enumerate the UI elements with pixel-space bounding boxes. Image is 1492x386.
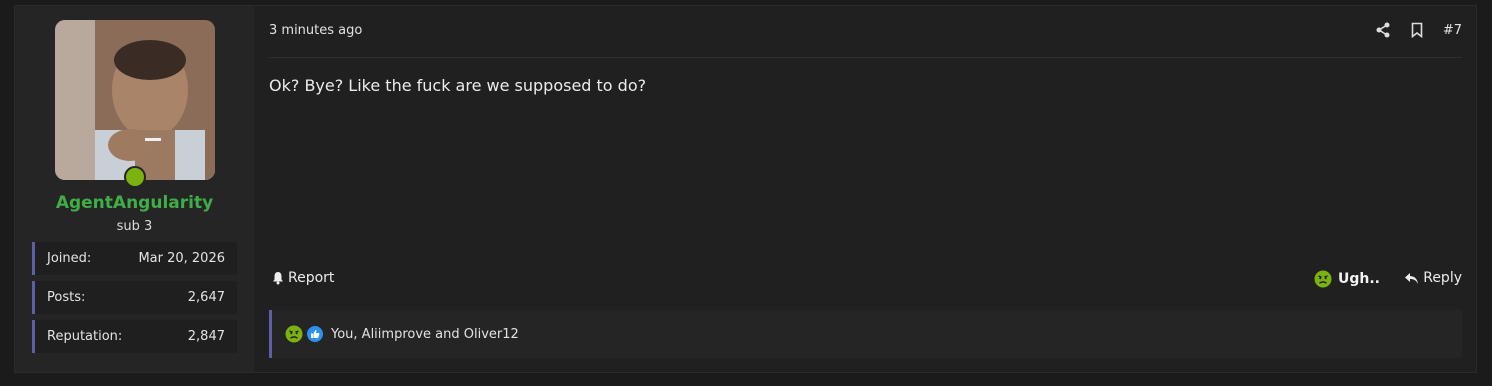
stat-reputation: Reputation: 2,847: [32, 320, 237, 353]
stat-joined: Joined: Mar 20, 2026: [32, 242, 237, 275]
username[interactable]: AgentAngularity: [15, 193, 254, 213]
stat-value: 2,847: [187, 329, 225, 344]
reply-button[interactable]: Reply: [1404, 270, 1462, 286]
stat-label: Reputation:: [47, 329, 123, 344]
user-col-arrow: [244, 36, 254, 56]
angry-face-icon: [285, 325, 303, 343]
reactions-bar[interactable]: You, Aliimprove and Oliver12: [269, 310, 1462, 358]
stat-label: Posts:: [47, 290, 86, 305]
reaction-label: Ugh..: [1338, 271, 1380, 287]
thumbs-up-icon: [307, 326, 323, 342]
post-number[interactable]: #7: [1443, 23, 1462, 38]
post-timestamp[interactable]: 3 minutes ago: [269, 23, 362, 38]
user-info-column: AgentAngularity sub 3 Joined: Mar 20, 20…: [15, 6, 254, 372]
user-title: sub 3: [116, 219, 153, 234]
post-message: Ok? Bye? Like the fuck are we supposed t…: [269, 76, 647, 95]
report-label: Report: [288, 270, 335, 286]
forum-post: AgentAngularity sub 3 Joined: Mar 20, 20…: [14, 5, 1477, 373]
header-divider: [269, 57, 1462, 58]
reply-arrow-icon: [1405, 272, 1419, 284]
stat-value: 2,647: [187, 290, 225, 305]
reaction-button[interactable]: Ugh..: [1314, 270, 1380, 288]
post-main: 3 minutes ago #7 Ok? Bye? Like the fuck …: [269, 6, 1462, 372]
online-status-indicator: [124, 166, 146, 188]
reply-label: Reply: [1423, 270, 1462, 286]
report-button[interactable]: Report: [271, 270, 334, 286]
share-icon[interactable]: [1375, 22, 1391, 38]
user-avatar[interactable]: [55, 20, 215, 180]
post-footer: Report Ugh.. Reply: [269, 270, 1462, 292]
angry-face-icon: [1314, 270, 1332, 288]
bell-icon: [273, 272, 283, 285]
stat-label: Joined:: [47, 251, 92, 266]
stat-posts: Posts: 2,647: [32, 281, 237, 314]
bookmark-icon[interactable]: [1409, 22, 1425, 38]
post-header-actions: #7: [1375, 22, 1462, 38]
stat-value: Mar 20, 2026: [138, 251, 225, 266]
avatar-photo: [55, 20, 215, 180]
reactions-summary[interactable]: You, Aliimprove and Oliver12: [331, 327, 519, 342]
